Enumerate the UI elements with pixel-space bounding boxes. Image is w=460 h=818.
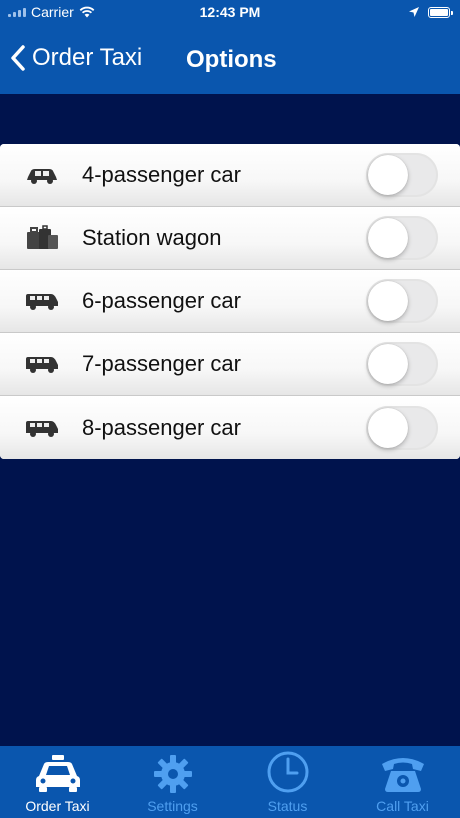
- option-6-passenger-car[interactable]: 6-passenger car: [0, 270, 460, 333]
- option-toggle[interactable]: [366, 216, 438, 260]
- toggle-knob: [368, 155, 408, 195]
- tab-bar: Order Taxi Settings Status Call Taxi: [0, 746, 460, 818]
- sedan-icon: [24, 161, 60, 189]
- location-arrow-icon: [409, 7, 419, 17]
- tab-label: Order Taxi: [25, 798, 90, 814]
- toggle-knob: [368, 218, 408, 258]
- back-button[interactable]: Order Taxi: [10, 44, 142, 72]
- tab-label: Status: [267, 798, 308, 814]
- toggle-knob: [368, 281, 408, 321]
- vehicle-options-list: 4-passenger car Station wagon 6-passenge…: [0, 144, 460, 459]
- gear-icon: [153, 746, 193, 794]
- toggle-knob: [368, 407, 408, 448]
- option-label: 6-passenger car: [82, 288, 241, 313]
- phone-icon: [379, 746, 427, 794]
- option-8-passenger-car[interactable]: 8-passenger car: [0, 396, 460, 459]
- tab-call-taxi[interactable]: Call Taxi: [345, 746, 460, 818]
- clock-icon: [266, 746, 310, 794]
- option-station-wagon[interactable]: Station wagon: [0, 207, 460, 270]
- van-icon: [24, 414, 60, 442]
- van-icon: [24, 350, 60, 378]
- option-toggle[interactable]: [366, 153, 438, 197]
- option-4-passenger-car[interactable]: 4-passenger car: [0, 144, 460, 207]
- option-7-passenger-car[interactable]: 7-passenger car: [0, 333, 460, 396]
- toggle-knob: [368, 344, 408, 384]
- chevron-left-icon: [11, 45, 25, 71]
- option-toggle[interactable]: [366, 279, 438, 323]
- status-indicators: [408, 6, 453, 18]
- taxi-icon: [34, 746, 82, 794]
- option-label: 4-passenger car: [82, 162, 241, 187]
- back-button-label: Order Taxi: [32, 44, 143, 71]
- battery-icon: [428, 6, 453, 18]
- option-label: 7-passenger car: [82, 351, 241, 376]
- option-toggle[interactable]: [366, 342, 438, 386]
- tab-label: Call Taxi: [376, 798, 429, 814]
- option-label: Station wagon: [82, 225, 222, 250]
- navigation-bar: Order Taxi Options: [0, 24, 460, 94]
- tab-settings[interactable]: Settings: [115, 746, 230, 818]
- status-time: 12:43 PM: [199, 4, 261, 20]
- status-bar: Carrier 12:43 PM: [0, 0, 460, 24]
- option-toggle[interactable]: [366, 405, 438, 450]
- page-title: Options: [186, 46, 277, 73]
- tab-label: Settings: [147, 798, 198, 814]
- tab-status[interactable]: Status: [230, 746, 345, 818]
- luggage-icon: [24, 224, 60, 252]
- tab-order-taxi[interactable]: Order Taxi: [0, 746, 115, 818]
- van-icon: [24, 287, 60, 315]
- option-label: 8-passenger car: [82, 414, 241, 440]
